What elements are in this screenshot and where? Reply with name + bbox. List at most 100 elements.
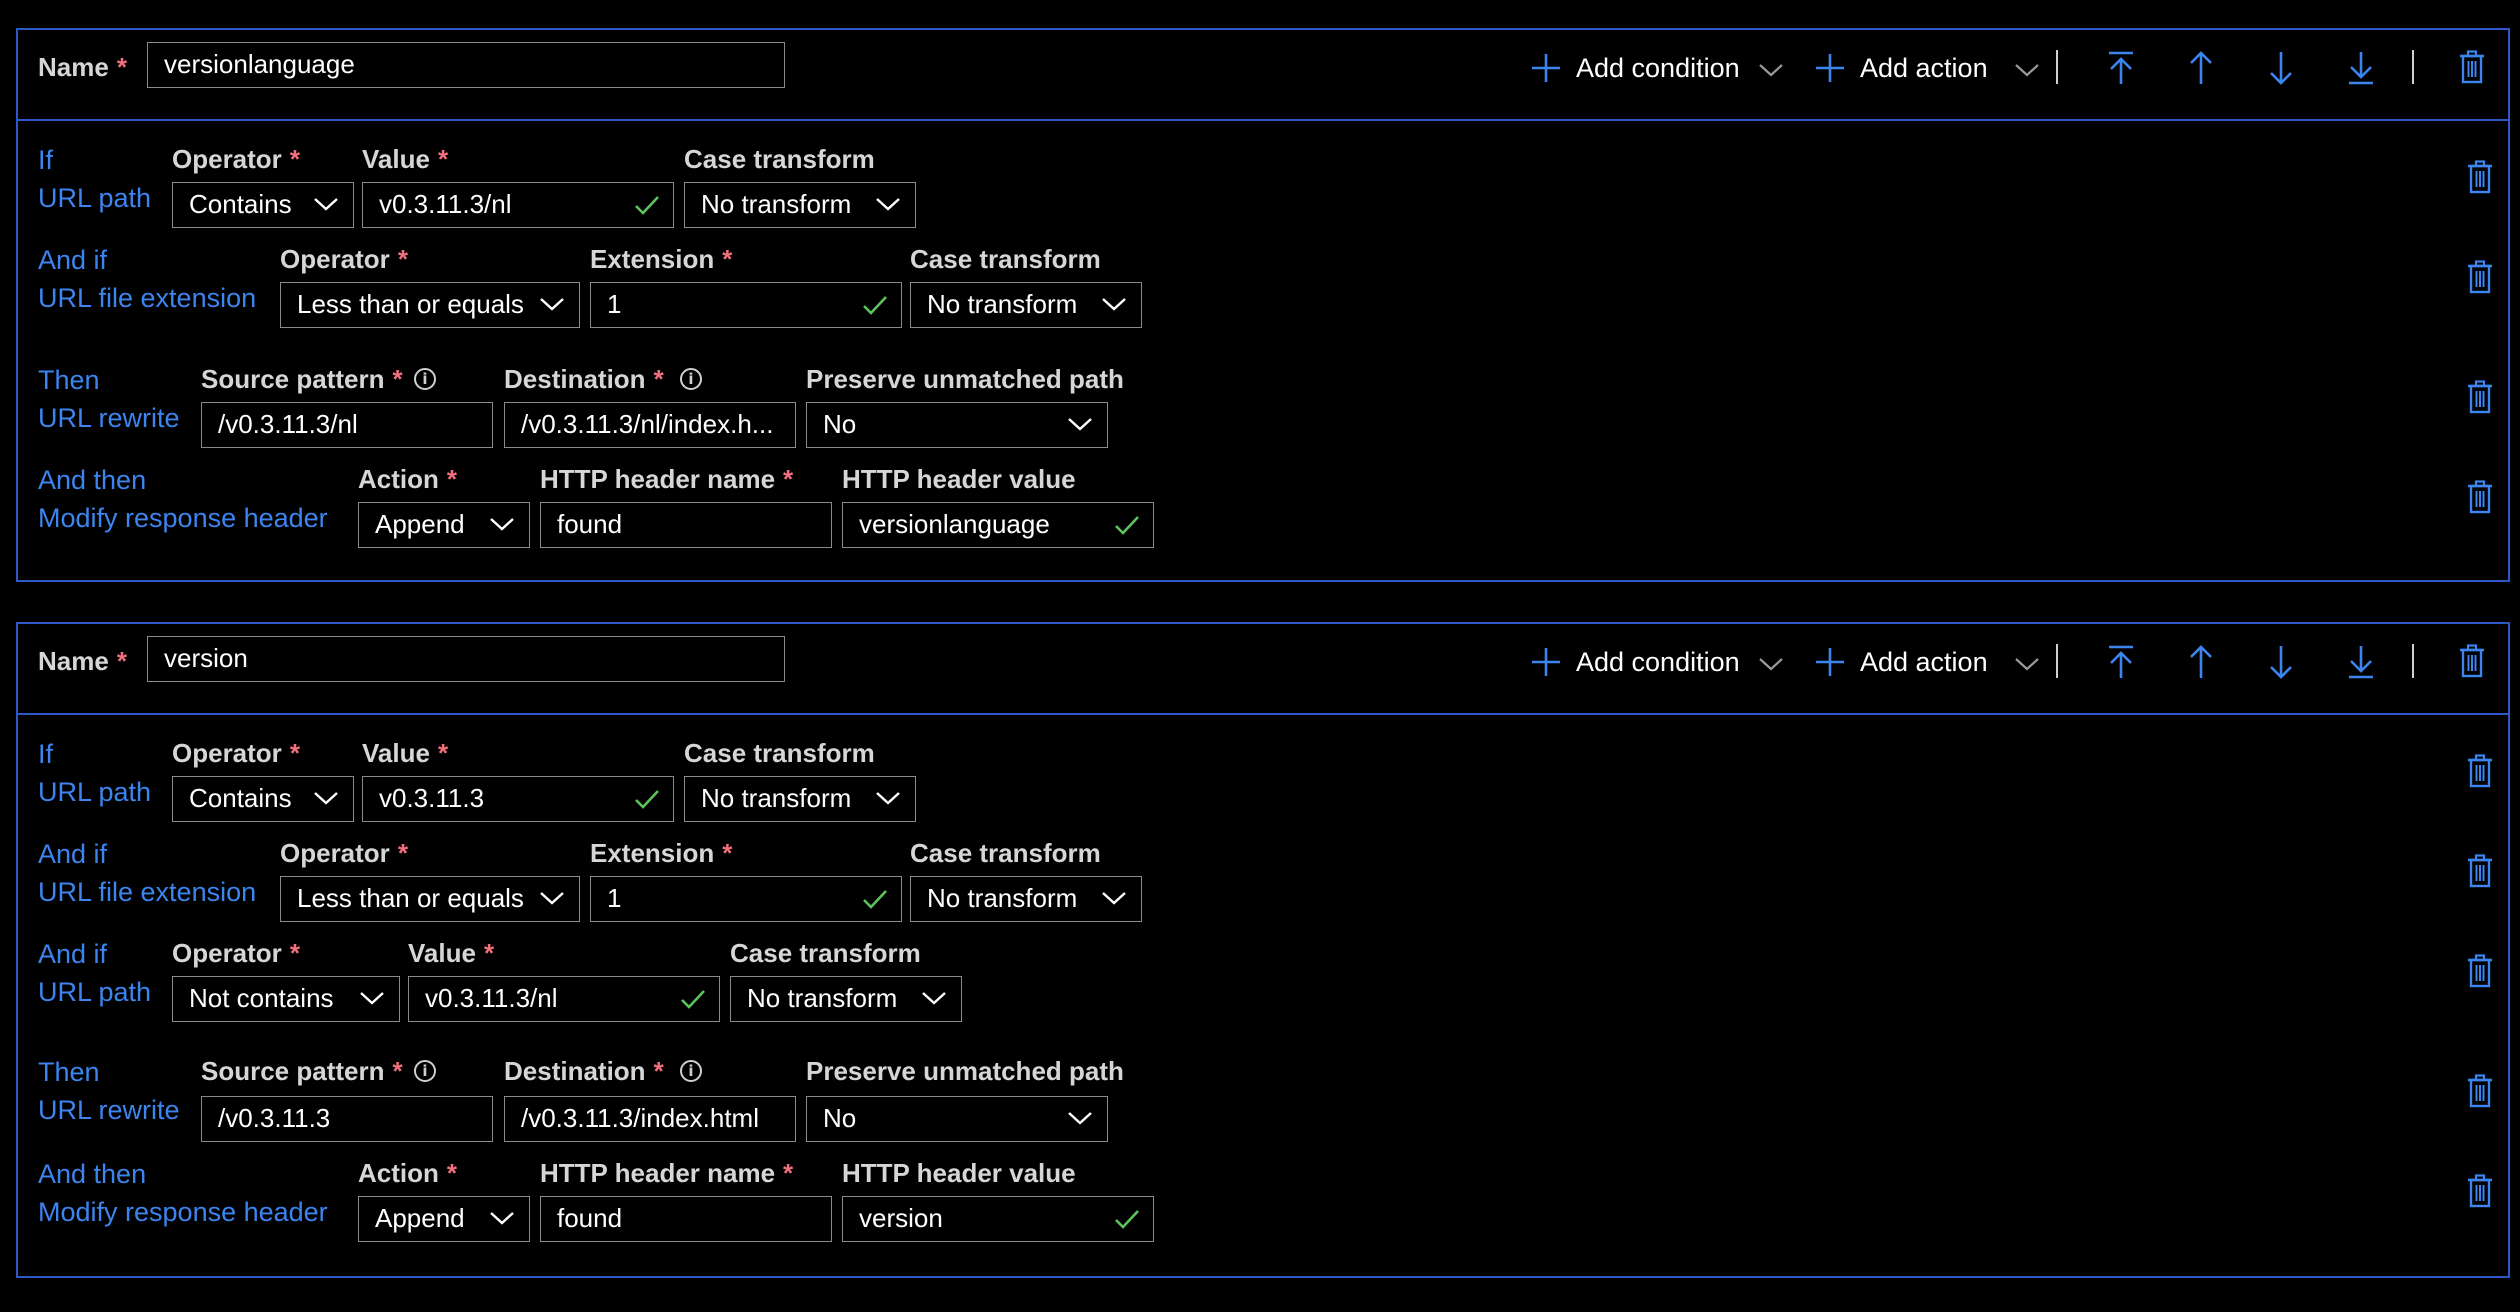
case-transform-dropdown[interactable]: No transform (684, 182, 916, 228)
delete-action-trash-icon[interactable] (2466, 1174, 2494, 1208)
operator-dropdown[interactable]: Contains (172, 182, 354, 228)
condition-type-url-path[interactable]: URL path (38, 182, 151, 214)
move-to-bottom-icon[interactable] (2346, 644, 2376, 680)
delete-condition-trash-icon[interactable] (2466, 754, 2494, 788)
checkmark-icon (633, 787, 661, 811)
info-icon[interactable]: i (680, 1060, 702, 1082)
condition-type-url-path[interactable]: URL path (38, 776, 151, 808)
chevron-down-icon (1101, 294, 1127, 314)
chevron-down-icon (875, 788, 901, 808)
checkmark-icon (861, 887, 889, 911)
source-pattern-input[interactable]: /v0.3.11.3/nl (201, 402, 493, 448)
rule-name-input[interactable]: version (147, 636, 785, 682)
delete-condition-trash-icon[interactable] (2466, 954, 2494, 988)
value-input[interactable]: v0.3.11.3/nl (408, 976, 720, 1022)
delete-condition-trash-icon[interactable] (2466, 854, 2494, 888)
condition-type-url-file-extension[interactable]: URL file extension (38, 282, 256, 314)
case-transform-label: Case transform (730, 938, 921, 968)
case-transform-dropdown[interactable]: No transform (910, 876, 1142, 922)
http-header-value-input[interactable]: version (842, 1196, 1154, 1242)
case-transform-dropdown[interactable]: No transform (684, 776, 916, 822)
preserve-unmatched-path-label: Preserve unmatched path (806, 364, 1124, 394)
chevron-down-icon (921, 988, 947, 1008)
delete-condition-trash-icon[interactable] (2466, 160, 2494, 194)
value-input[interactable]: v0.3.11.3 (362, 776, 674, 822)
operator-dropdown[interactable]: Less than or equals (280, 876, 580, 922)
delete-action-trash-icon[interactable] (2466, 480, 2494, 514)
move-down-icon[interactable] (2266, 644, 2296, 680)
action-type-url-rewrite[interactable]: URL rewrite (38, 402, 180, 434)
extension-input[interactable]: 1 (590, 876, 902, 922)
chevron-down-icon (1067, 414, 1093, 434)
operator-dropdown[interactable]: Contains (172, 776, 354, 822)
move-up-icon[interactable] (2186, 644, 2216, 680)
toolbar-divider (2412, 50, 2414, 84)
chevron-down-icon[interactable] (2014, 654, 2040, 674)
delete-rule-trash-icon[interactable] (2458, 644, 2486, 678)
action-label: Action * (358, 1158, 458, 1188)
action-dropdown[interactable]: Append (358, 502, 530, 548)
checkmark-icon (861, 293, 889, 317)
rule-name-input[interactable]: versionlanguage (147, 42, 785, 88)
operator-label: Operator * (280, 838, 408, 868)
case-transform-label: Case transform (684, 144, 875, 174)
condition-type-url-file-extension[interactable]: URL file extension (38, 876, 256, 908)
chevron-down-icon[interactable] (2014, 60, 2040, 80)
operator-dropdown[interactable]: Not contains (172, 976, 400, 1022)
chevron-down-icon (875, 194, 901, 214)
source-pattern-input[interactable]: /v0.3.11.3 (201, 1096, 493, 1142)
delete-rule-trash-icon[interactable] (2458, 50, 2486, 84)
move-to-top-icon[interactable] (2106, 644, 2136, 680)
chevron-down-icon[interactable] (1758, 60, 1784, 80)
add-action-button[interactable]: Add action (1860, 646, 1988, 678)
chevron-down-icon[interactable] (1758, 654, 1784, 674)
condition-keyword: And if (38, 939, 108, 969)
case-transform-dropdown[interactable]: No transform (730, 976, 962, 1022)
action-type-modify-response-header[interactable]: Modify response header (38, 502, 328, 534)
chevron-down-icon (539, 888, 565, 908)
plus-icon[interactable] (1530, 52, 1562, 84)
condition-type-url-path[interactable]: URL path (38, 976, 151, 1008)
info-icon[interactable]: i (414, 368, 436, 390)
http-header-name-label: HTTP header name * (540, 464, 794, 494)
destination-input[interactable]: /v0.3.11.3/index.html (504, 1096, 796, 1142)
chevron-down-icon (1101, 888, 1127, 908)
case-transform-dropdown[interactable]: No transform (910, 282, 1142, 328)
delete-condition-trash-icon[interactable] (2466, 260, 2494, 294)
http-header-value-label: HTTP header value (842, 464, 1076, 494)
extension-input[interactable]: 1 (590, 282, 902, 328)
move-down-icon[interactable] (2266, 50, 2296, 86)
preserve-unmatched-path-dropdown[interactable]: No (806, 402, 1108, 448)
destination-label: Destination * (504, 1056, 664, 1086)
plus-icon[interactable] (1530, 646, 1562, 678)
operator-dropdown[interactable]: Less than or equals (280, 282, 580, 328)
move-to-bottom-icon[interactable] (2346, 50, 2376, 86)
preserve-unmatched-path-label: Preserve unmatched path (806, 1056, 1124, 1086)
action-dropdown[interactable]: Append (358, 1196, 530, 1242)
http-header-name-input[interactable]: found (540, 502, 832, 548)
destination-input[interactable]: /v0.3.11.3/nl/index.h... (504, 402, 796, 448)
plus-icon[interactable] (1814, 646, 1846, 678)
move-up-icon[interactable] (2186, 50, 2216, 86)
action-type-modify-response-header[interactable]: Modify response header (38, 1196, 328, 1228)
operator-label: Operator * (172, 144, 300, 174)
add-action-button[interactable]: Add action (1860, 52, 1988, 84)
info-icon[interactable]: i (414, 1060, 436, 1082)
http-header-name-input[interactable]: found (540, 1196, 832, 1242)
delete-action-trash-icon[interactable] (2466, 380, 2494, 414)
rule-card-version: Name * version Add condition Add action I… (16, 622, 2510, 1278)
add-condition-button[interactable]: Add condition (1576, 52, 1740, 84)
value-label: Value * (362, 738, 449, 768)
name-label: Name * (38, 52, 127, 82)
http-header-value-input[interactable]: versionlanguage (842, 502, 1154, 548)
checkmark-icon (633, 193, 661, 217)
delete-action-trash-icon[interactable] (2466, 1074, 2494, 1108)
action-type-url-rewrite[interactable]: URL rewrite (38, 1094, 180, 1126)
plus-icon[interactable] (1814, 52, 1846, 84)
preserve-unmatched-path-dropdown[interactable]: No (806, 1096, 1108, 1142)
info-icon[interactable]: i (680, 368, 702, 390)
action-keyword: Then (38, 365, 100, 395)
value-input[interactable]: v0.3.11.3/nl (362, 182, 674, 228)
add-condition-button[interactable]: Add condition (1576, 646, 1740, 678)
move-to-top-icon[interactable] (2106, 50, 2136, 86)
